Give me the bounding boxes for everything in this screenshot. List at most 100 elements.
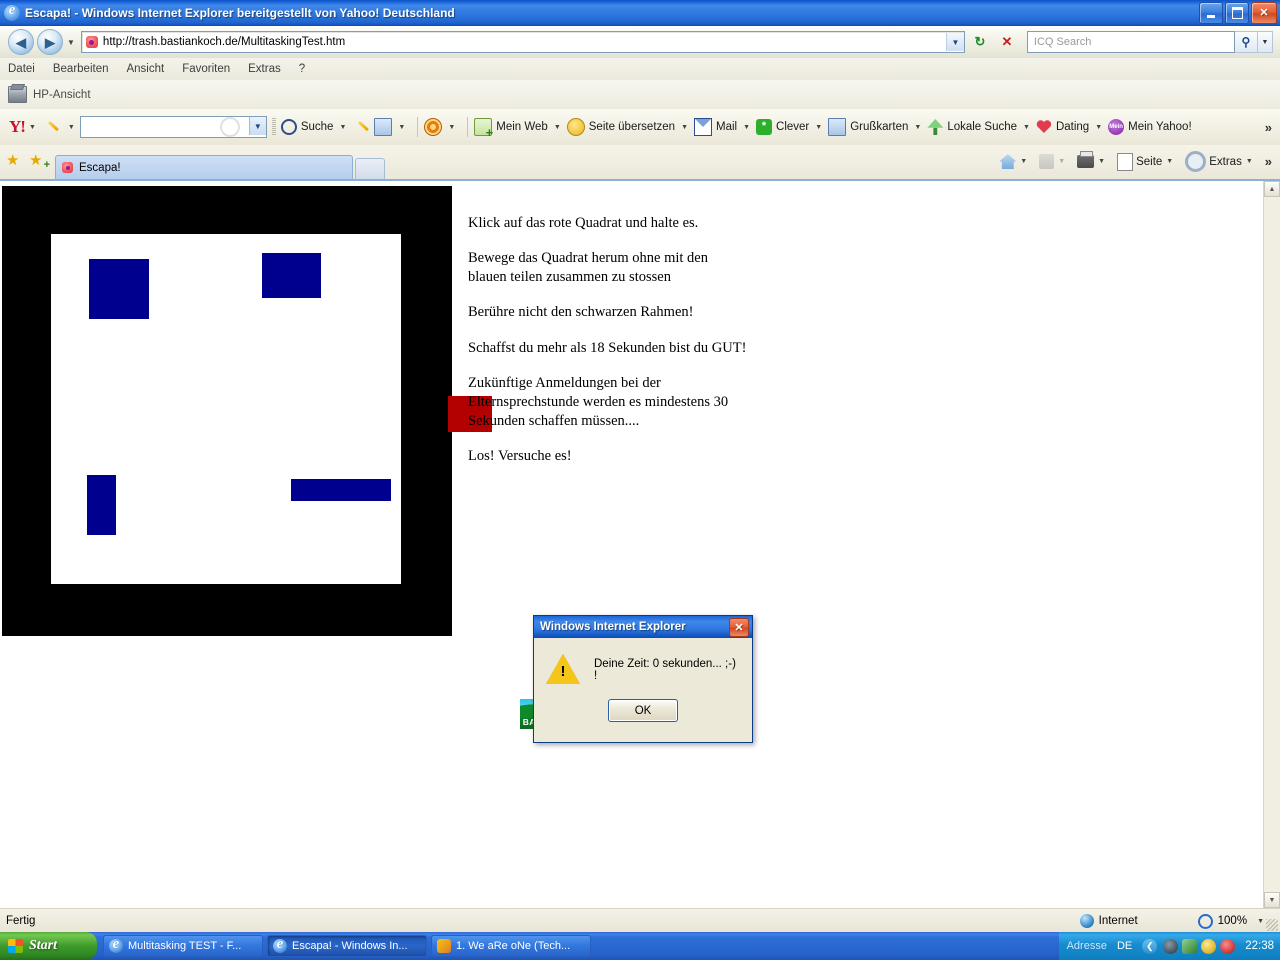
tools-menu-dropdown-icon[interactable]: ▼ bbox=[1246, 158, 1253, 165]
add-to-favorites-icon[interactable]: ★ bbox=[29, 153, 50, 171]
stop-icon[interactable]: ✕ bbox=[995, 30, 1019, 54]
antispy-dropdown-icon[interactable]: ▼ bbox=[448, 124, 455, 131]
minimize-button[interactable] bbox=[1199, 2, 1223, 24]
dialog-close-button[interactable]: ✕ bbox=[729, 617, 749, 637]
forward-button[interactable]: ▶ bbox=[37, 29, 63, 55]
scroll-up-icon[interactable]: ▲ bbox=[1264, 181, 1280, 197]
clever-dropdown-icon[interactable]: ▼ bbox=[815, 124, 822, 131]
tray-address-label[interactable]: Adresse bbox=[1067, 940, 1107, 952]
toolbar-item-clever[interactable]: * Clever bbox=[756, 119, 809, 135]
game-frame[interactable] bbox=[2, 186, 452, 636]
favorites-center-icon[interactable]: ★ bbox=[6, 153, 24, 171]
search-provider-dropdown-icon[interactable]: ▼ bbox=[1257, 31, 1273, 53]
resize-grip[interactable] bbox=[1266, 919, 1278, 931]
clock[interactable]: 22:38 bbox=[1245, 940, 1274, 952]
back-button[interactable]: ◀ bbox=[8, 29, 34, 55]
tools-menu-button[interactable]: Extras bbox=[1185, 151, 1242, 172]
volume-icon[interactable] bbox=[1182, 938, 1198, 954]
toolbar-overflow-icon[interactable]: » bbox=[1265, 120, 1272, 135]
toolbar-item-dating[interactable]: Dating bbox=[1036, 119, 1089, 135]
pencil-tool-icon[interactable] bbox=[358, 119, 374, 135]
yahoo-search-dropdown-icon[interactable]: ▼ bbox=[339, 124, 346, 131]
search-input[interactable]: ICQ Search bbox=[1026, 31, 1235, 53]
task-button-3[interactable]: 1. We aRe oNe (Tech... bbox=[431, 935, 591, 957]
antispy-button[interactable] bbox=[424, 118, 443, 136]
command-bar-overflow-icon[interactable]: » bbox=[1265, 154, 1272, 169]
toolbar-item-lokale-suche[interactable]: Lokale Suche bbox=[927, 119, 1017, 135]
toolbar-item-grusskarten[interactable]: Grußkarten bbox=[828, 118, 908, 136]
popup-blocker-button[interactable] bbox=[374, 118, 393, 136]
home-button[interactable] bbox=[999, 154, 1017, 169]
system-tray: Adresse DE ❮ 22:38 bbox=[1058, 932, 1280, 960]
home-dropdown-icon[interactable]: ▼ bbox=[1020, 158, 1027, 165]
toolbar-item-mein-yahoo[interactable]: Mein Mein Yahoo! bbox=[1108, 119, 1192, 135]
yahoo-search-input[interactable]: ▼ bbox=[79, 116, 267, 138]
task-button-2[interactable]: Escapa! - Windows In... bbox=[267, 935, 427, 957]
task-button-1[interactable]: Multitasking TEST - F... bbox=[103, 935, 263, 957]
browser-window: Escapa! - Windows Internet Explorer bere… bbox=[0, 0, 1280, 960]
history-dropdown-icon[interactable]: ▼ bbox=[67, 38, 75, 47]
menu-item-ansicht[interactable]: Ansicht bbox=[126, 63, 164, 75]
dialog-ok-button[interactable]: OK bbox=[608, 699, 678, 722]
close-button[interactable]: ✕ bbox=[1251, 2, 1277, 24]
menu-item-extras[interactable]: Extras bbox=[248, 63, 281, 75]
dating-dropdown-icon[interactable]: ▼ bbox=[1095, 124, 1102, 131]
yahoo-search-button[interactable]: Suche bbox=[280, 119, 333, 135]
zoom-dropdown-icon[interactable]: ▼ bbox=[1257, 918, 1264, 925]
print-button[interactable] bbox=[1077, 151, 1095, 168]
menu-item-help[interactable]: ? bbox=[299, 63, 305, 75]
highlighter-dropdown-icon[interactable]: ▼ bbox=[68, 124, 75, 131]
yahoo-logo-dropdown-icon[interactable]: ▼ bbox=[29, 124, 36, 131]
clever-icon: * bbox=[756, 119, 773, 135]
tray-expand-icon[interactable]: ❮ bbox=[1142, 938, 1158, 954]
antivirus-icon[interactable] bbox=[1220, 938, 1236, 954]
tab-escapa[interactable]: Escapa! bbox=[55, 155, 353, 179]
title-bar: Escapa! - Windows Internet Explorer bere… bbox=[0, 0, 1280, 26]
translate-dropdown-icon[interactable]: ▼ bbox=[681, 124, 688, 131]
lokale-suche-dropdown-icon[interactable]: ▼ bbox=[1023, 124, 1030, 131]
dialog-buttons: OK bbox=[534, 699, 752, 722]
toolbar-label-mail: Mail bbox=[716, 121, 738, 133]
game-playfield[interactable] bbox=[51, 234, 401, 584]
address-dropdown-icon[interactable]: ▼ bbox=[945, 33, 964, 51]
search-go-icon[interactable]: ⚲ bbox=[1234, 31, 1258, 53]
page-menu-button[interactable]: Seite bbox=[1117, 152, 1162, 171]
refresh-icon[interactable]: ↻ bbox=[968, 30, 992, 54]
start-button[interactable]: Start bbox=[0, 932, 97, 960]
yahoo-search-history-icon[interactable]: ▼ bbox=[248, 117, 266, 135]
page-menu-dropdown-icon[interactable]: ▼ bbox=[1166, 158, 1173, 165]
instruction-paragraph-6: Los! Versuche es! bbox=[468, 448, 572, 464]
mein-web-dropdown-icon[interactable]: ▼ bbox=[554, 124, 561, 131]
task-label-2: Escapa! - Windows In... bbox=[292, 940, 408, 952]
restore-button[interactable] bbox=[1225, 2, 1249, 24]
language-indicator[interactable]: DE bbox=[1117, 940, 1132, 952]
yahoo-logo-icon[interactable]: Y! bbox=[9, 117, 26, 137]
print-dropdown-icon[interactable]: ▼ bbox=[1098, 158, 1105, 165]
new-tab-button[interactable] bbox=[355, 158, 385, 179]
address-bar[interactable]: http://trash.bastiankoch.de/Multitasking… bbox=[80, 31, 965, 53]
ie-icon bbox=[109, 936, 123, 953]
toolbar-item-mail[interactable]: Mail bbox=[694, 118, 737, 136]
vertical-scrollbar[interactable]: ▲ ▼ bbox=[1263, 181, 1280, 908]
toolbar-item-seite-uebersetzen[interactable]: Seite übersetzen bbox=[566, 118, 675, 136]
local-search-icon bbox=[927, 119, 944, 135]
zoom-magnifier-icon bbox=[1197, 913, 1213, 929]
grusskarten-dropdown-icon[interactable]: ▼ bbox=[914, 124, 921, 131]
network-icon[interactable] bbox=[1201, 938, 1217, 954]
steam-icon[interactable] bbox=[1163, 938, 1179, 954]
menu-item-bearbeiten[interactable]: Bearbeiten bbox=[53, 63, 109, 75]
menu-item-favoriten[interactable]: Favoriten bbox=[182, 63, 230, 75]
zoom-control[interactable]: 100% ▼ bbox=[1197, 913, 1270, 929]
feeds-button[interactable] bbox=[1039, 154, 1055, 169]
hp-view-label[interactable]: HP-Ansicht bbox=[33, 89, 91, 101]
toolbar-label-dating: Dating bbox=[1055, 121, 1090, 133]
popup-blocker-dropdown-icon[interactable]: ▼ bbox=[398, 124, 405, 131]
menu-item-datei[interactable]: Datei bbox=[8, 63, 35, 75]
highlighter-icon[interactable] bbox=[48, 119, 64, 135]
toolbar-grip[interactable] bbox=[271, 118, 276, 136]
toolbar-item-mein-web[interactable]: Mein Web bbox=[474, 118, 548, 139]
security-zone[interactable]: Internet bbox=[1079, 914, 1138, 928]
scroll-down-icon[interactable]: ▼ bbox=[1264, 892, 1280, 908]
mail-dropdown-icon[interactable]: ▼ bbox=[743, 124, 750, 131]
alert-dialog: Windows Internet Explorer ✕ ! Deine Zeit… bbox=[533, 615, 753, 743]
